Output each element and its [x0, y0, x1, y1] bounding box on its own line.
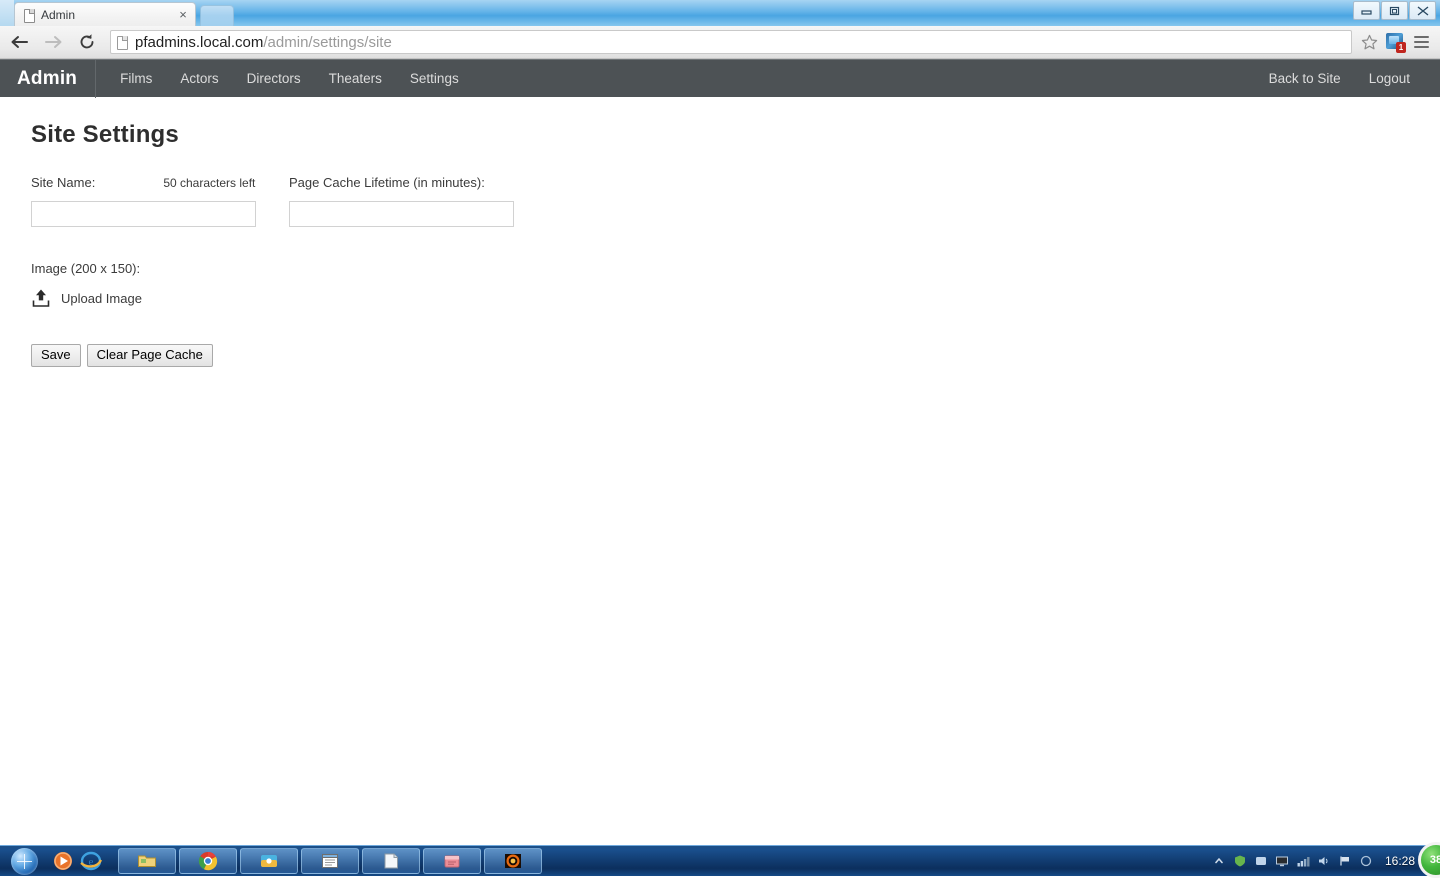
- site-name-field-group: Site Name: 50 characters left: [31, 175, 256, 227]
- url-text: pfadmins.local.com/admin/settings/site: [135, 34, 392, 51]
- bookmark-star-icon[interactable]: [1358, 31, 1380, 53]
- close-window-button[interactable]: [1409, 1, 1436, 20]
- new-tab-button[interactable]: [200, 5, 234, 26]
- taskbar-item-window[interactable]: [301, 848, 359, 874]
- folder-icon: [137, 851, 157, 871]
- image-label: Image (200 x 150):: [31, 261, 141, 276]
- taskbar-item-image-viewer[interactable]: [484, 848, 542, 874]
- menu-line: [1413, 46, 1429, 48]
- document-icon: [381, 851, 401, 871]
- app-icon: [259, 851, 279, 871]
- close-icon[interactable]: ×: [175, 7, 191, 23]
- chrome-menu-icon[interactable]: [1408, 29, 1434, 55]
- extension-icon[interactable]: 1: [1384, 31, 1406, 53]
- brand-logo[interactable]: Admin: [0, 60, 95, 98]
- page-content: Site Settings Site Name: 50 characters l…: [0, 97, 1440, 367]
- taskbar-clock[interactable]: 16:28: [1385, 854, 1415, 868]
- windows-logo-icon: [10, 847, 38, 875]
- tray-extra-icon[interactable]: [1359, 854, 1373, 868]
- primary-nav: Films Actors Directors Theaters Settings: [106, 60, 473, 98]
- system-tray: 16:28: [1212, 846, 1440, 876]
- page-viewport: Admin Films Actors Directors Theaters Se…: [0, 59, 1440, 845]
- page-cache-lifetime-input[interactable]: [289, 201, 514, 227]
- brand-divider: [95, 59, 97, 98]
- svg-text:e: e: [89, 856, 94, 868]
- browser-window: Admin × pfadmins.local.com/admin/setting…: [0, 0, 1440, 845]
- page-title: Site Settings: [31, 121, 179, 148]
- menu-line: [1413, 41, 1429, 43]
- taskbar-item-notepad[interactable]: [362, 848, 420, 874]
- nav-item-actors[interactable]: Actors: [166, 60, 232, 98]
- window-icon: [320, 851, 340, 871]
- upload-image-control[interactable]: Upload Image: [31, 288, 1440, 308]
- app-icon: [442, 851, 462, 871]
- address-bar[interactable]: pfadmins.local.com/admin/settings/site: [110, 30, 1352, 54]
- restore-button[interactable]: [1381, 1, 1408, 20]
- taskbar-tasks: [118, 848, 542, 874]
- windows-taskbar: e 16:28: [0, 845, 1440, 876]
- tray-flag-icon[interactable]: [1338, 854, 1352, 868]
- page-icon: [117, 35, 128, 50]
- page-cache-field-group: Page Cache Lifetime (in minutes):: [289, 175, 514, 227]
- nav-item-films[interactable]: Films: [106, 60, 166, 98]
- menu-line: [1413, 36, 1429, 38]
- site-name-label: Site Name:: [31, 175, 96, 190]
- browser-toolbar: pfadmins.local.com/admin/settings/site 1: [0, 26, 1440, 59]
- back-icon[interactable]: [4, 29, 34, 55]
- secondary-nav: Back to Site Logout: [1255, 60, 1440, 98]
- forward-icon[interactable]: [38, 29, 68, 55]
- tray-volume-icon[interactable]: [1317, 854, 1331, 868]
- tray-shield-icon[interactable]: [1233, 854, 1247, 868]
- taskbar-item-app-pink[interactable]: [423, 848, 481, 874]
- browser-tab-admin[interactable]: Admin ×: [14, 2, 196, 26]
- start-button[interactable]: [2, 847, 46, 876]
- nav-item-settings[interactable]: Settings: [396, 60, 473, 98]
- site-navbar: Admin Films Actors Directors Theaters Se…: [0, 59, 1440, 98]
- settings-form-row: Site Name: 50 characters left Page Cache…: [31, 175, 1440, 227]
- form-actions: Save Clear Page Cache: [31, 344, 1440, 367]
- extension-badge: 1: [1396, 42, 1406, 53]
- page-icon: [23, 8, 35, 23]
- characters-left-counter: 50 characters left: [163, 176, 256, 190]
- upload-icon: [31, 288, 51, 308]
- page-cache-label-row: Page Cache Lifetime (in minutes):: [289, 175, 514, 193]
- tray-icons: [1212, 854, 1373, 868]
- taskbar-item-explorer[interactable]: [118, 848, 176, 874]
- upload-image-label: Upload Image: [61, 290, 142, 306]
- nav-item-back-to-site[interactable]: Back to Site: [1255, 60, 1355, 98]
- site-name-input[interactable]: [31, 201, 256, 227]
- minimize-button[interactable]: [1353, 1, 1380, 20]
- taskbar-item-chrome[interactable]: [179, 848, 237, 874]
- tray-show-hidden-icon[interactable]: [1212, 854, 1226, 868]
- internet-explorer-icon[interactable]: e: [78, 848, 104, 874]
- reload-icon[interactable]: [72, 29, 102, 55]
- image-icon: [503, 851, 523, 871]
- tab-strip: Admin ×: [0, 0, 1440, 26]
- clear-page-cache-button[interactable]: Clear Page Cache: [86, 344, 213, 367]
- media-player-icon[interactable]: [50, 848, 76, 874]
- tab-strip-edge: [0, 0, 14, 26]
- nav-item-logout[interactable]: Logout: [1355, 60, 1424, 98]
- site-name-label-row: Site Name: 50 characters left: [31, 175, 256, 193]
- chrome-icon: [198, 851, 218, 871]
- page-cache-label: Page Cache Lifetime (in minutes):: [289, 175, 485, 190]
- url-domain: pfadmins.local.com: [135, 33, 264, 51]
- save-button[interactable]: Save: [31, 344, 81, 367]
- tray-monitor-icon[interactable]: [1275, 854, 1289, 868]
- url-path: /admin/settings/site: [263, 33, 392, 51]
- taskbar-item-app-blue[interactable]: [240, 848, 298, 874]
- tray-app-icon[interactable]: [1254, 854, 1268, 868]
- tab-title: Admin: [41, 7, 76, 22]
- image-upload-section: Image (200 x 150): Upload Image: [31, 261, 1440, 308]
- tray-network-icon[interactable]: [1296, 854, 1310, 868]
- nav-item-theaters[interactable]: Theaters: [315, 60, 396, 98]
- window-controls: [1352, 1, 1436, 20]
- quick-launch: e: [50, 848, 104, 874]
- nav-item-directors[interactable]: Directors: [233, 60, 315, 98]
